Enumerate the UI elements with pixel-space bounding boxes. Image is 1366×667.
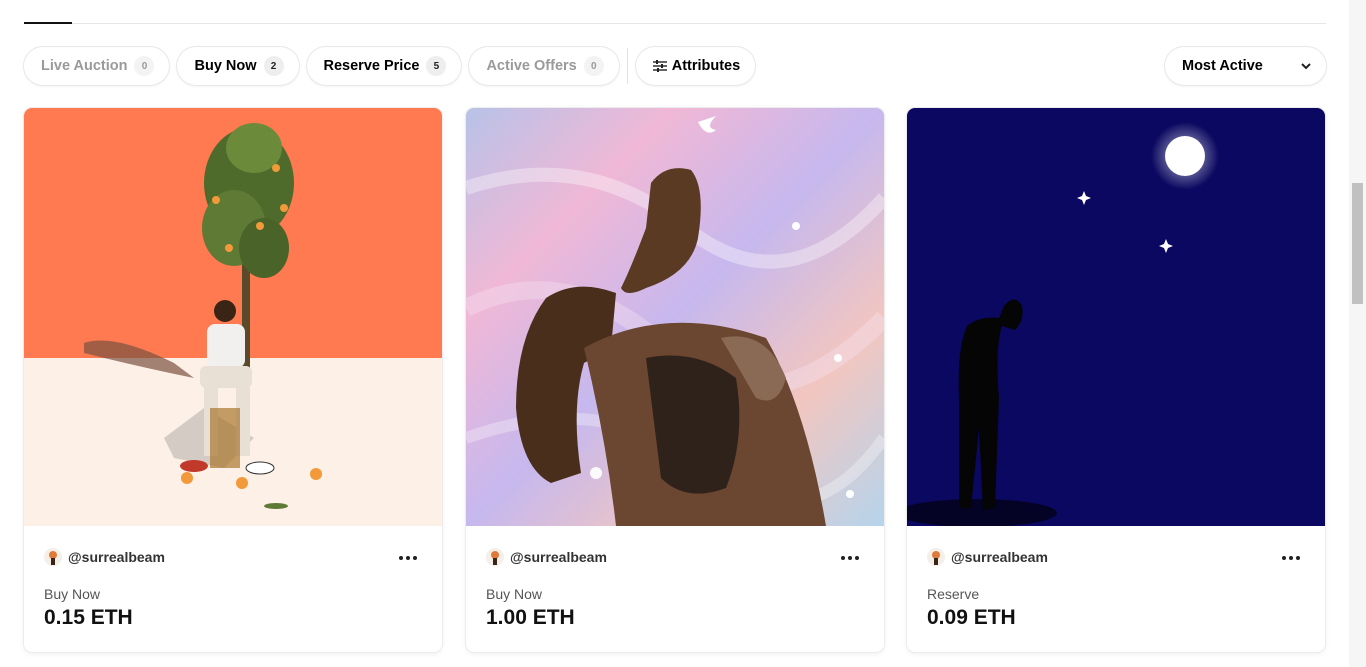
scrollbar-thumb[interactable] bbox=[1352, 183, 1363, 304]
tab-underline bbox=[24, 22, 1326, 24]
card-meta: @surrealbeam Buy Now 0.15 ETH bbox=[24, 526, 442, 652]
creator-handle: @surrealbeam bbox=[510, 549, 607, 565]
avatar bbox=[486, 548, 504, 566]
nft-card[interactable]: @surrealbeam Reserve 0.09 ETH bbox=[907, 108, 1325, 652]
filter-count-badge: 0 bbox=[134, 56, 155, 76]
filter-live-auction[interactable]: Live Auction 0 bbox=[24, 47, 170, 85]
filter-active-offers[interactable]: Active Offers 0 bbox=[469, 47, 619, 85]
creator-link[interactable]: @surrealbeam bbox=[44, 548, 165, 566]
chevron-down-icon bbox=[1301, 63, 1311, 70]
filter-count-badge: 2 bbox=[263, 56, 284, 76]
filter-label: Live Auction bbox=[41, 58, 128, 74]
more-options-icon[interactable] bbox=[1282, 556, 1300, 560]
artwork-image[interactable] bbox=[466, 108, 884, 526]
listing-price: 0.09 ETH bbox=[927, 606, 1016, 629]
filter-divider bbox=[626, 48, 628, 84]
attributes-label: Attributes bbox=[671, 58, 741, 74]
artwork-image[interactable] bbox=[907, 108, 1325, 526]
artwork-image[interactable] bbox=[24, 108, 442, 526]
nft-card[interactable]: @surrealbeam Buy Now 1.00 ETH bbox=[466, 108, 884, 652]
filter-count-badge: 5 bbox=[426, 56, 447, 76]
filter-buy-now[interactable]: Buy Now 2 bbox=[177, 47, 299, 85]
nft-card[interactable]: @surrealbeam Buy Now 0.15 ETH bbox=[24, 108, 442, 652]
creator-link[interactable]: @surrealbeam bbox=[486, 548, 607, 566]
listing-price: 0.15 ETH bbox=[44, 606, 133, 629]
card-meta: @surrealbeam Reserve 0.09 ETH bbox=[907, 526, 1325, 652]
avatar bbox=[44, 548, 62, 566]
more-options-icon[interactable] bbox=[399, 556, 417, 560]
creator-handle: @surrealbeam bbox=[68, 549, 165, 565]
sliders-icon bbox=[652, 60, 667, 72]
active-tab-indicator bbox=[24, 22, 72, 24]
filter-label: Buy Now bbox=[194, 58, 257, 74]
attributes-button[interactable]: Attributes bbox=[635, 47, 756, 85]
creator-link[interactable]: @surrealbeam bbox=[927, 548, 1048, 566]
listing-status: Buy Now bbox=[44, 586, 101, 602]
more-options-icon[interactable] bbox=[841, 556, 859, 560]
filter-reserve-price[interactable]: Reserve Price 5 bbox=[306, 47, 462, 85]
listing-status: Reserve bbox=[927, 586, 980, 602]
filter-label: Reserve Price bbox=[323, 58, 420, 74]
filter-label: Active Offers bbox=[486, 58, 577, 74]
filter-count-badge: 0 bbox=[583, 56, 604, 76]
creator-handle: @surrealbeam bbox=[951, 549, 1048, 565]
avatar bbox=[927, 548, 945, 566]
sort-selected-value: Most Active bbox=[1182, 58, 1263, 74]
filter-bar: Live Auction 0 Buy Now 2 Reserve Price 5… bbox=[24, 47, 763, 85]
page-scrollbar[interactable] bbox=[1349, 0, 1366, 667]
listing-price: 1.00 ETH bbox=[486, 606, 575, 629]
sort-dropdown[interactable]: Most Active bbox=[1165, 47, 1326, 85]
listing-status: Buy Now bbox=[486, 586, 543, 602]
card-meta: @surrealbeam Buy Now 1.00 ETH bbox=[466, 526, 884, 652]
